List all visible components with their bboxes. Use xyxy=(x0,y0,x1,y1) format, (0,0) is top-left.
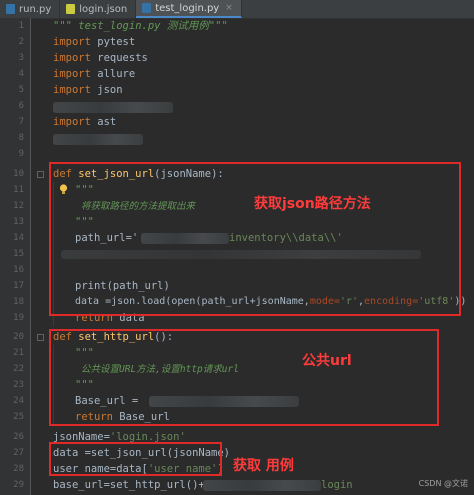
close-icon[interactable]: × xyxy=(225,3,233,13)
line-number: 22 xyxy=(13,364,24,374)
tab-label: login.json xyxy=(79,3,128,15)
annotation-label-json-path: 获取json路径方法 xyxy=(254,196,371,212)
code-line-1: """ test_login.py 测试用例""" xyxy=(53,20,228,32)
redacted-code xyxy=(53,102,173,113)
line-number: 4 xyxy=(18,69,24,79)
annotation-label-public-url: 公共url xyxy=(302,353,352,369)
code-line-3: import requests xyxy=(53,52,148,64)
line-number: 23 xyxy=(13,380,24,390)
code-line-4: import allure xyxy=(53,68,136,80)
line-number: 8 xyxy=(18,133,24,143)
python-file-icon xyxy=(6,4,15,14)
line-number: 5 xyxy=(18,85,24,95)
code-line-2: import pytest xyxy=(53,36,136,48)
line-number: 7 xyxy=(18,117,24,127)
line-number: 21 xyxy=(13,348,24,358)
tab-test-login-py[interactable]: test_login.py × xyxy=(136,0,242,18)
line-number-gutter: 1 2 3 4 5 6 7 8 9 10 11 12 13 14 15 16 1… xyxy=(0,18,31,495)
code-line-7: import ast xyxy=(53,116,117,128)
line-number: 12 xyxy=(13,201,24,211)
annotation-box-public-url xyxy=(49,329,439,426)
line-number: 28 xyxy=(13,464,24,474)
code-line-5: import json xyxy=(53,84,123,96)
line-number: 2 xyxy=(18,37,24,47)
annotation-label-get-case: 获取 用例 xyxy=(233,458,294,474)
python-file-icon xyxy=(142,3,152,13)
json-file-icon xyxy=(66,4,76,14)
annotation-box-get-case xyxy=(49,442,222,476)
line-number: 18 xyxy=(13,297,24,307)
code-line-29-tail: login xyxy=(321,479,353,491)
line-number: 25 xyxy=(13,412,24,422)
line-number: 24 xyxy=(13,396,24,406)
line-number: 11 xyxy=(13,185,24,195)
line-number: 10 xyxy=(13,169,24,179)
editor-tab-bar: run.py login.json test_login.py × xyxy=(0,0,474,19)
tab-label: test_login.py xyxy=(155,2,220,14)
line-number: 17 xyxy=(13,281,24,291)
line-number: 27 xyxy=(13,448,24,458)
redacted-code xyxy=(203,480,321,491)
line-number: 29 xyxy=(13,480,24,490)
line-number: 9 xyxy=(18,149,24,159)
line-number: 20 xyxy=(13,332,24,342)
line-number: 16 xyxy=(13,265,24,275)
line-number: 19 xyxy=(13,313,24,323)
tab-run-py[interactable]: run.py xyxy=(0,0,61,18)
tab-login-json[interactable]: login.json xyxy=(60,0,137,18)
line-number: 13 xyxy=(13,217,24,227)
line-number: 26 xyxy=(13,432,24,442)
line-number: 14 xyxy=(13,233,24,243)
line-number: 1 xyxy=(18,21,24,31)
watermark: CSDN @文诺 xyxy=(418,479,468,488)
tab-label: run.py xyxy=(19,3,52,15)
redacted-code xyxy=(53,134,143,145)
annotation-box-json-path xyxy=(49,162,461,316)
line-number: 3 xyxy=(18,53,24,63)
line-number: 6 xyxy=(18,101,24,111)
code-line-29: base_url=set_http_url()+ xyxy=(53,479,205,491)
line-number: 15 xyxy=(13,249,24,259)
